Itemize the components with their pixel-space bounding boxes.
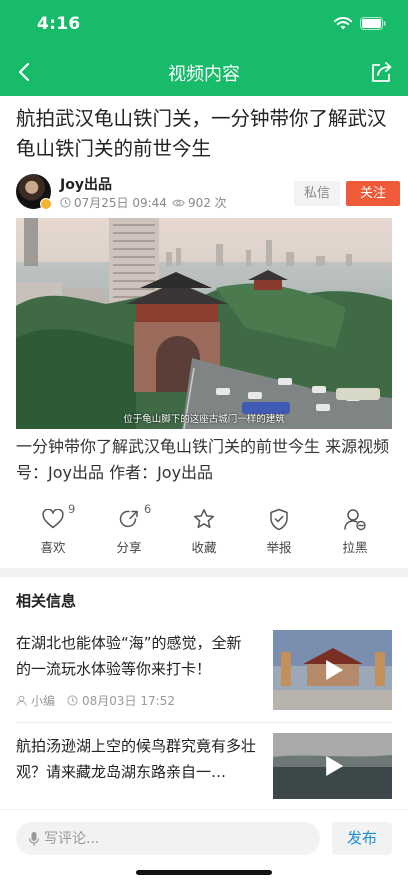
- block-button[interactable]: 拉黑: [330, 506, 380, 556]
- eye-icon: [172, 199, 185, 206]
- video-frame-image: [16, 218, 392, 429]
- related-item-author: 小编: [31, 694, 56, 708]
- block-label: 拉黑: [342, 540, 368, 555]
- author-name[interactable]: Joy出品: [60, 174, 112, 194]
- message-button[interactable]: 私信: [294, 181, 340, 206]
- share-button[interactable]: [368, 58, 396, 86]
- clock-icon: [67, 695, 78, 706]
- block-user-icon: [344, 508, 366, 530]
- like-count: 9: [68, 502, 76, 516]
- favorite-label: 收藏: [191, 540, 217, 555]
- share-icon: [372, 62, 392, 82]
- related-section-title: 相关信息: [16, 592, 77, 610]
- related-item[interactable]: 航拍汤逊湖上空的候鸟群究竟有多壮观？请来藏龙岛湖东路亲自一…: [16, 733, 392, 803]
- related-item-date: 08月03日 17:52: [82, 694, 175, 708]
- video-subtitle: 位于龟山脚下的这座古城门一样的建筑: [123, 414, 285, 425]
- clock-icon: [60, 197, 71, 208]
- status-time: 4:16: [37, 14, 81, 34]
- battery-icon: [360, 17, 386, 30]
- video-player[interactable]: 位于龟山脚下的这座古城门一样的建筑: [16, 218, 392, 429]
- status-icons: [334, 17, 386, 30]
- user-icon: [16, 695, 27, 706]
- microphone-icon: [28, 831, 40, 846]
- share-label: 分享: [116, 540, 142, 555]
- top-bar: 4:16 视频内容: [0, 0, 408, 96]
- article-description: 一分钟带你了解武汉龟山铁门关的前世今生 来源视频号：Joy出品 作者：Joy出品: [16, 437, 390, 482]
- comment-input[interactable]: [44, 830, 284, 847]
- list-divider: [16, 722, 392, 723]
- author-meta: 07月25日 09:44 902 次: [60, 194, 227, 211]
- page-title: 视频内容: [168, 64, 240, 85]
- share-arrow-icon: [119, 510, 138, 528]
- view-count: 902 次: [187, 196, 227, 210]
- play-icon: [325, 660, 343, 680]
- post-date: 07月25日 09:44: [74, 196, 167, 210]
- author-row: Joy出品 07月25日 09:44 902 次 私信 关注: [16, 174, 400, 214]
- shield-icon: [270, 508, 288, 530]
- related-item-thumbnail[interactable]: [273, 733, 392, 799]
- home-indicator: [136, 870, 272, 875]
- like-label: 喜欢: [40, 540, 66, 555]
- favorite-button[interactable]: 收藏: [179, 506, 229, 556]
- related-item-thumbnail[interactable]: [273, 630, 392, 710]
- star-icon: [193, 509, 215, 529]
- section-divider: [0, 568, 408, 577]
- related-item-title: 航拍汤逊湖上空的候鸟群究竟有多壮观？请来藏龙岛湖东路亲自一…: [16, 737, 257, 781]
- like-button[interactable]: 9 喜欢: [28, 502, 78, 556]
- related-item-meta: 小编 08月03日 17:52: [16, 692, 175, 709]
- heart-icon: [42, 509, 64, 529]
- related-item-title: 在湖北也能体验“海”的感觉，全新的一流玩水体验等你来打卡！: [16, 634, 242, 678]
- report-label: 举报: [266, 540, 292, 555]
- verified-badge-icon: [40, 198, 52, 210]
- comment-bar: 发布: [0, 809, 408, 883]
- share-count: 6: [144, 502, 152, 516]
- follow-button[interactable]: 关注: [346, 181, 400, 206]
- article-title: 航拍武汉龟山铁门关，一分钟带你了解武汉龟山铁门关的前世今生: [16, 107, 387, 160]
- wifi-icon: [334, 17, 352, 30]
- action-bar: 9 喜欢 6 分享 收藏 举报 拉黑: [16, 502, 392, 558]
- share-action-button[interactable]: 6 分享: [104, 502, 154, 556]
- related-item[interactable]: 在湖北也能体验“海”的感觉，全新的一流玩水体验等你来打卡！ 小编 08月03日 …: [16, 630, 392, 714]
- publish-button[interactable]: 发布: [332, 822, 392, 855]
- comment-field[interactable]: [16, 822, 320, 855]
- report-button[interactable]: 举报: [254, 506, 304, 556]
- play-icon: [325, 756, 343, 776]
